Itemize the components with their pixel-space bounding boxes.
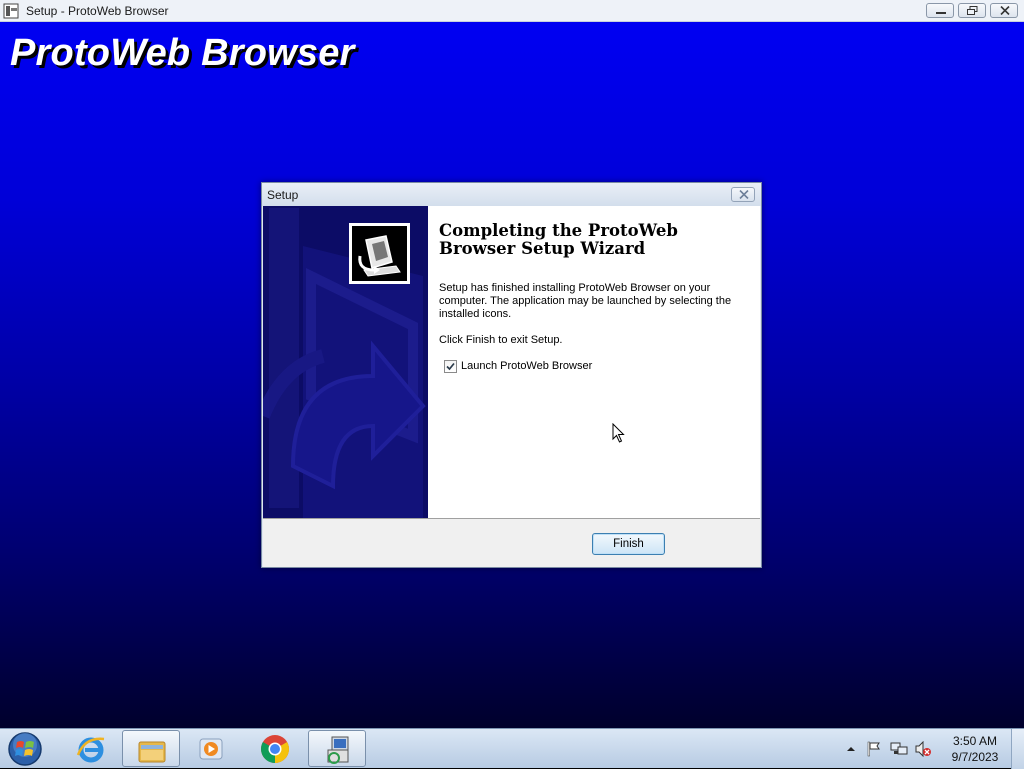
setup-app-icon[interactable] bbox=[3, 3, 19, 19]
minimize-icon bbox=[936, 12, 946, 14]
window-title: Setup - ProtoWeb Browser bbox=[26, 4, 169, 18]
start-orb-icon[interactable] bbox=[6, 731, 44, 767]
clock[interactable]: 3:50 AM 9/7/2023 bbox=[942, 733, 1008, 765]
taskbar: 3:50 AM 9/7/2023 bbox=[0, 728, 1024, 769]
dialog-title-bar: Setup bbox=[262, 183, 761, 206]
finish-button[interactable]: Finish bbox=[592, 533, 665, 555]
launch-checkbox[interactable] bbox=[444, 360, 457, 373]
close-icon bbox=[1000, 6, 1010, 15]
chrome-icon bbox=[261, 735, 289, 763]
brand-title: ProtoWeb Browser bbox=[10, 32, 355, 74]
wizard-content: Completing the ProtoWeb Browser Setup Wi… bbox=[439, 221, 749, 373]
file-explorer-icon bbox=[138, 741, 166, 763]
media-player-icon bbox=[199, 738, 223, 760]
close-button[interactable] bbox=[990, 3, 1018, 18]
internet-explorer-icon bbox=[76, 737, 105, 763]
dialog-title: Setup bbox=[267, 188, 299, 202]
taskbar-chrome[interactable] bbox=[246, 730, 304, 767]
minimize-button[interactable] bbox=[926, 3, 954, 18]
finish-message: Setup has finished installing ProtoWeb B… bbox=[439, 282, 732, 320]
window-title-bar: Setup - ProtoWeb Browser bbox=[0, 0, 1024, 22]
taskbar-internet-explorer[interactable] bbox=[62, 730, 120, 767]
restore-button[interactable] bbox=[958, 3, 986, 18]
mouse-cursor-icon bbox=[612, 423, 625, 443]
clock-time: 3:50 AM bbox=[952, 734, 998, 748]
taskbar-setup[interactable] bbox=[308, 730, 366, 767]
clock-date: 9/7/2023 bbox=[951, 750, 999, 764]
installer-computer-icon bbox=[352, 226, 407, 281]
network-icon[interactable] bbox=[890, 741, 908, 757]
setup-dialog: Setup Completing the ProtoWeb Browser Se… bbox=[261, 182, 762, 568]
show-hidden-icons-icon[interactable] bbox=[846, 744, 856, 754]
taskbar-file-explorer[interactable] bbox=[122, 730, 180, 767]
action-center-flag-icon[interactable] bbox=[866, 741, 882, 757]
close-icon bbox=[739, 190, 749, 199]
launch-checkbox-label[interactable]: Launch ProtoWeb Browser bbox=[461, 360, 592, 372]
dialog-close-button[interactable] bbox=[731, 187, 755, 202]
checkmark-icon bbox=[446, 362, 455, 371]
exit-hint: Click Finish to exit Setup. bbox=[439, 334, 563, 346]
wizard-side-image bbox=[263, 206, 428, 518]
setup-logo bbox=[349, 223, 410, 284]
wizard-heading: Completing the ProtoWeb Browser Setup Wi… bbox=[439, 221, 678, 258]
setup-installer-icon bbox=[327, 736, 349, 764]
show-desktop-button[interactable] bbox=[1011, 729, 1024, 769]
dialog-footer: Finish bbox=[263, 519, 760, 567]
system-tray: 3:50 AM 9/7/2023 bbox=[840, 729, 1024, 769]
restore-icon bbox=[967, 6, 978, 15]
volume-muted-icon[interactable] bbox=[914, 741, 932, 757]
dialog-body: Completing the ProtoWeb Browser Setup Wi… bbox=[263, 206, 760, 519]
taskbar-media-player[interactable] bbox=[182, 730, 240, 767]
